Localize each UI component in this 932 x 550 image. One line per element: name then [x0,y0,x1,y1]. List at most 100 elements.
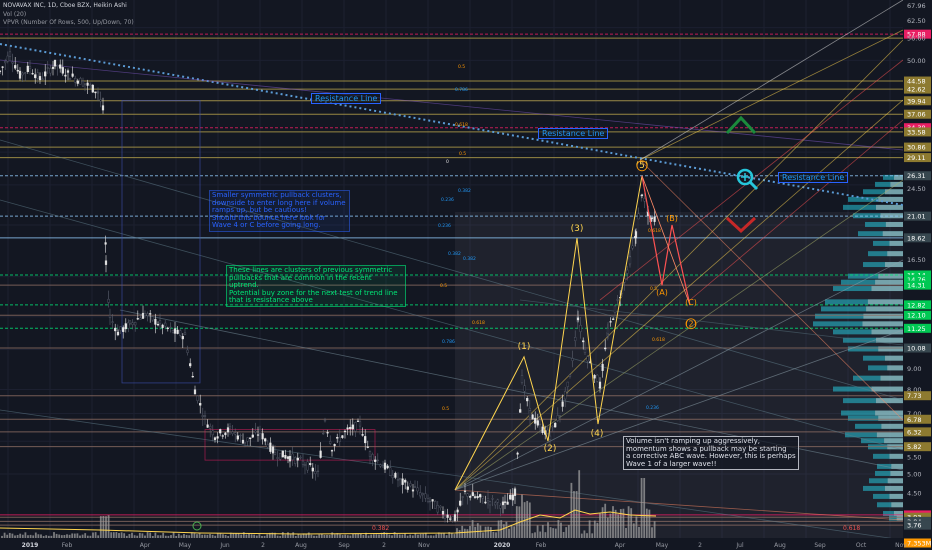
volume-bar [476,523,479,538]
volume-bar [29,534,32,538]
volume-bar [133,535,136,538]
candle-body [439,505,442,508]
candle-body [536,420,539,426]
volume-bar [58,534,61,538]
volume-bar [183,534,185,538]
candle-body [231,431,234,435]
candle-body [346,427,349,430]
time-axis[interactable]: 2019 Feb Apr May Jun 2 Aug Sep 2 Nov 2020 Feb Apr May… [0,538,907,550]
candle-body [314,471,317,474]
candle-body [271,446,275,454]
candle-body [176,329,179,334]
candle-body [114,327,117,332]
volume-bar [261,535,263,538]
vpvr-bar-split [885,221,903,227]
volume-bar [19,533,22,538]
candle-body [421,493,424,496]
volume-bar [378,534,380,538]
vpvr-bar-split [871,386,903,392]
candle-body [44,71,47,77]
candle-body [428,500,432,503]
volume-bar [258,534,261,538]
price-tick: 10.08 [907,345,926,353]
candle-body [613,305,617,313]
volume-bar [14,535,16,538]
volume-bar [541,525,544,538]
volume-bar [55,533,58,538]
volume-bar [622,508,625,538]
price-axis[interactable]: 67.9662.5057.8856.6050.0044.5842.6239.94… [903,0,932,550]
price-tick: 7.73 [907,392,921,400]
candle-body [371,454,374,461]
price-tick: 6.78 [907,416,921,424]
volume-bar [60,535,63,538]
candle-body [451,516,454,522]
candle-body [368,451,372,457]
symbol-title[interactable]: NOVAVAX INC, 1D, Cboe BZX, Heikin Ashi [3,2,127,9]
candle-body [546,429,549,434]
volume-bar [146,532,149,538]
price-tick: 14.31 [907,282,926,290]
candle-body [254,430,257,433]
candle-body [416,487,419,492]
candle-body [181,336,184,340]
volume-bar [92,532,94,538]
candle-body [96,91,100,93]
volume-bar [404,533,406,538]
candle-body [26,65,29,73]
vpvr-bar-split [866,306,903,312]
volume-bar [216,533,219,538]
candle-body [398,478,402,480]
price-tick: 5.50 [907,453,921,461]
volume-bar [24,532,27,538]
volume-bar [450,533,453,538]
candle-body [511,494,514,501]
candle-body [571,358,574,361]
candle-body [146,313,149,316]
candle-body [8,51,12,57]
candle-body [124,323,127,330]
volume-bar [138,532,141,538]
candle-body [266,444,269,448]
volume-bar [593,520,596,538]
volume-bar [372,534,375,538]
candle-body [413,486,417,488]
volume-bar [422,533,425,538]
candle-body [366,446,369,448]
candle-body [391,474,394,479]
candle-body [156,324,160,326]
candle-body [269,442,272,452]
volume-bar [250,534,253,538]
candle-body [637,213,640,220]
candle-body [341,435,344,438]
candle-body [528,410,532,418]
volume-bar [521,494,523,538]
volume-bar [68,534,71,538]
fib-label: 0.382 [458,188,471,194]
volume-bar [63,535,66,538]
volume-bar [411,535,414,538]
volume-bar [466,529,469,538]
candle-body [186,349,189,353]
volume-bar [570,482,573,538]
vpvr-bar-split [887,251,903,257]
candle-body [249,437,252,439]
volume-bar [313,535,315,538]
time-tick: 2 [382,542,386,549]
fib-label: 0 [446,159,449,165]
volume-bar [167,535,170,538]
volume-bar [151,535,154,538]
candle-body [79,78,82,85]
vpvr-indicator-label[interactable]: VPVR (Number Of Rows, 500, Up/Down, 70) [3,19,134,26]
candle-body [434,501,437,509]
candle-body [203,415,207,417]
vpvr-bar-split [876,204,903,210]
vol-indicator-label[interactable]: Vol (20) [3,11,26,18]
candle-body [501,501,505,506]
fib-label: 0.236 [646,405,659,411]
time-tick: Apr [615,542,626,549]
note-pullback-clusters: Smaller symmetric pullback clusters, dow… [209,190,350,232]
candle-body [616,299,619,301]
volume-bar [388,534,391,538]
candle-body [74,78,77,83]
